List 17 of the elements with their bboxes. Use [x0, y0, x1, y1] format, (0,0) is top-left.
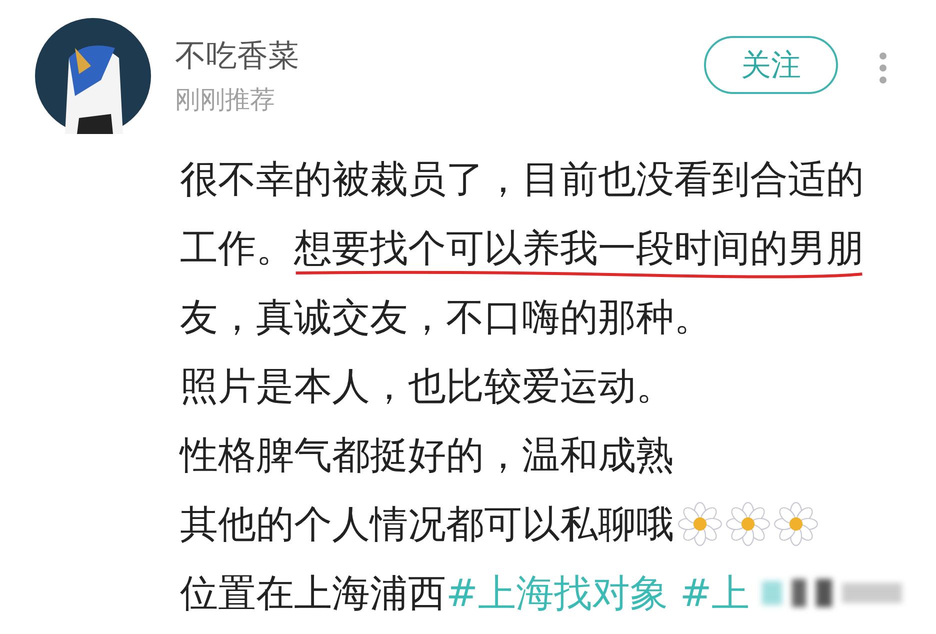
more-icon[interactable] — [878, 51, 888, 85]
post-time: 刚刚推荐 — [175, 84, 276, 116]
post-text: 友，真诚交友，不口嗨的那种。 — [180, 294, 712, 340]
hashtag-link[interactable]: #上 — [680, 568, 750, 616]
post-text: 想要找个可以养我一段时间的男朋 — [294, 226, 864, 270]
follow-button[interactable]: 关注 — [704, 36, 838, 94]
post-text: 很不幸的被裁员了，目前也没看到合适的 — [180, 156, 864, 202]
author-name[interactable]: 不吃香菜 — [175, 34, 704, 78]
post-text: 性格脾气都挺好的，温和成熟 — [180, 432, 674, 478]
flower-icon — [726, 502, 770, 546]
post-text: 照片是本人，也比较爱运动。 — [180, 362, 674, 410]
post-text: 其他的个人情况都可以私聊哦 — [180, 500, 674, 548]
hashtag-link[interactable]: #上海找对象 — [446, 568, 668, 616]
post-text: 工作。 — [180, 224, 294, 272]
post-text: 位置在上海浦西 — [180, 570, 446, 616]
flower-icon — [678, 502, 722, 546]
flower-icon — [774, 502, 818, 546]
